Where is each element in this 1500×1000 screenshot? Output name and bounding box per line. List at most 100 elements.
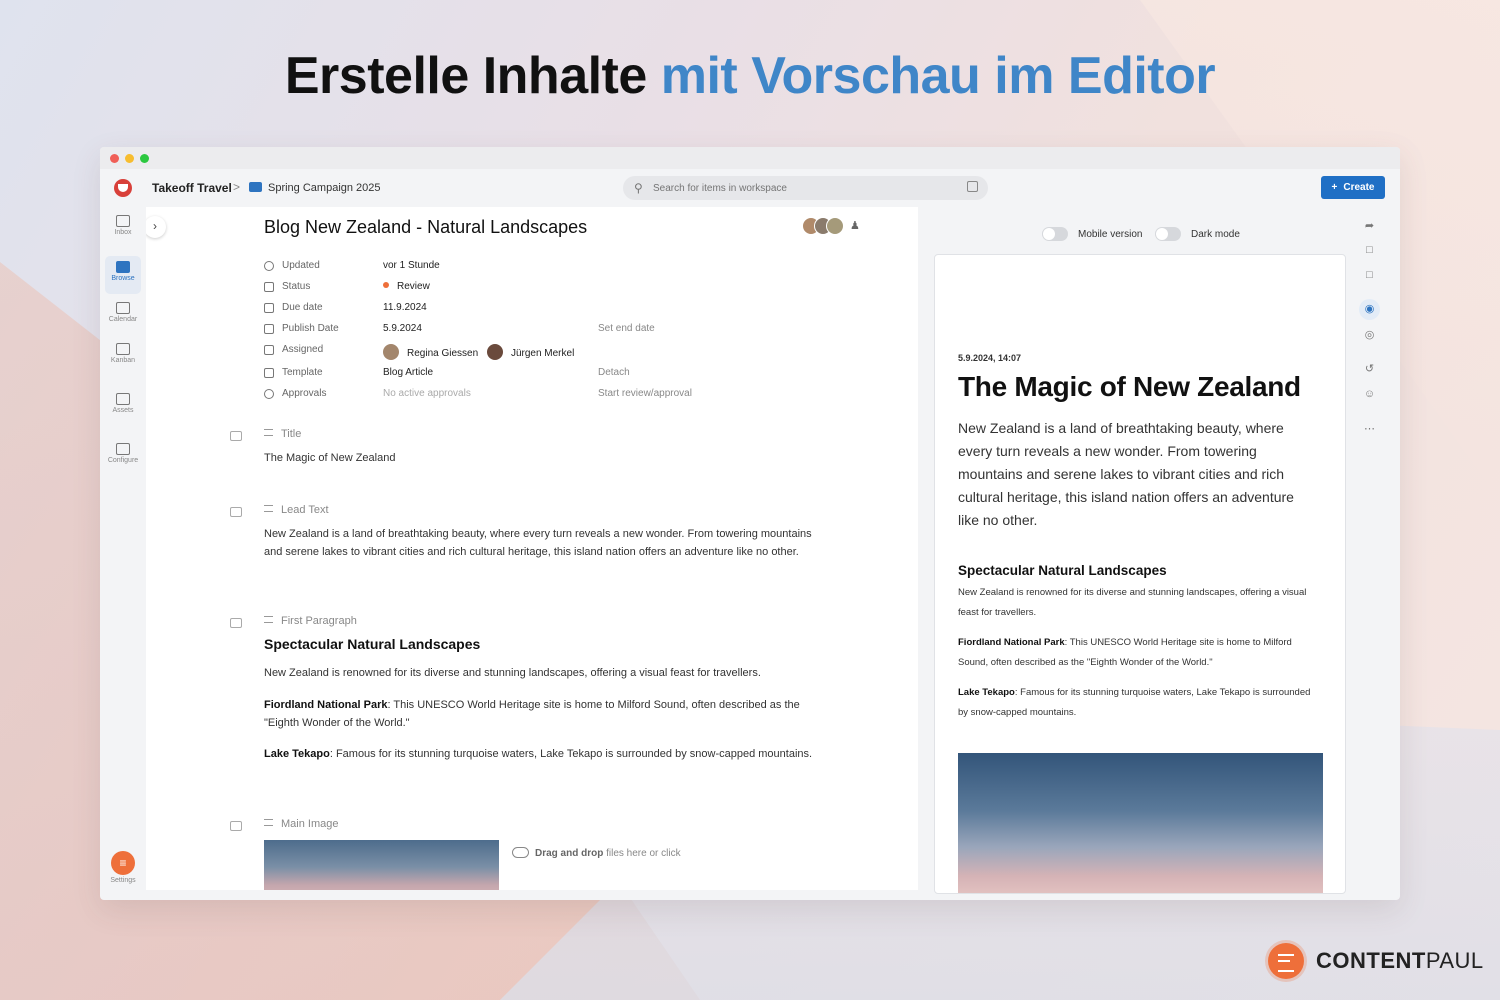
calendar-icon bbox=[264, 303, 274, 313]
template-value[interactable]: Blog Article bbox=[383, 367, 433, 378]
top-bar: Takeoff Travel > Spring Campaign 2025 ⚲ … bbox=[100, 169, 1400, 207]
preview-pane: Mobile version Dark mode 5.9.2024, 14:07… bbox=[918, 207, 1385, 894]
editor-pane: › Blog New Zealand - Natural Landscapes … bbox=[146, 207, 918, 890]
app-logo-icon[interactable] bbox=[114, 179, 132, 197]
dark-mode-toggle-row[interactable]: Dark mode bbox=[1155, 227, 1240, 241]
comment-icon[interactable] bbox=[230, 431, 242, 441]
document-title: Blog New Zealand - Natural Landscapes bbox=[264, 217, 588, 237]
chevron-right-icon: › bbox=[153, 219, 157, 233]
meta-label: Updated bbox=[282, 260, 320, 271]
cloud-upload-icon bbox=[512, 847, 529, 858]
status-dot bbox=[383, 282, 389, 288]
image-dropzone[interactable]: Drag and drop files here or click bbox=[512, 847, 681, 859]
preview-eye-icon[interactable]: ◉ bbox=[1359, 299, 1380, 320]
headline-part2: mit Vorschau im Editor bbox=[660, 47, 1216, 105]
collaborator-avatars[interactable] bbox=[802, 217, 846, 235]
sidebar-item-configure[interactable]: Configure bbox=[105, 438, 141, 476]
sidebar-item-label: Inbox bbox=[114, 229, 132, 236]
search-bar[interactable]: ⚲ bbox=[623, 176, 988, 200]
user-circle-icon[interactable]: ☺ bbox=[1363, 388, 1376, 401]
due-date-value[interactable]: 11.9.2024 bbox=[383, 302, 427, 313]
text-field-icon bbox=[264, 616, 273, 623]
headline: Erstelle Inhalte mit Vorschau im Editor bbox=[0, 46, 1500, 106]
maximize-window-button[interactable] bbox=[140, 153, 149, 163]
paragraph-item[interactable]: Lake Tekapo: Famous for its stunning tur… bbox=[264, 746, 824, 764]
history-icon[interactable]: ↺ bbox=[1363, 363, 1376, 376]
paragraph-intro[interactable]: New Zealand is renowned for its diverse … bbox=[264, 665, 824, 683]
globe-icon[interactable]: ◎ bbox=[1363, 329, 1376, 342]
app-window: Takeoff Travel > Spring Campaign 2025 ⚲ … bbox=[100, 147, 1400, 900]
calendar-icon bbox=[116, 302, 130, 314]
meta-label: Assigned bbox=[282, 344, 324, 355]
mobile-version-toggle-row[interactable]: Mobile version bbox=[1042, 227, 1142, 241]
share-icon[interactable]: ➦ bbox=[1363, 220, 1376, 233]
dark-mode-label: Dark mode bbox=[1191, 228, 1240, 240]
bookmark-icon[interactable]: □ bbox=[1363, 269, 1376, 282]
paragraph-item[interactable]: Fiordland National Park: This UNESCO Wor… bbox=[264, 697, 824, 732]
meta-label: Publish Date bbox=[282, 323, 339, 334]
breadcrumb-workspace[interactable]: Takeoff Travel bbox=[152, 181, 232, 195]
text-field-icon bbox=[264, 429, 273, 436]
comment-icon[interactable] bbox=[230, 507, 242, 517]
preview-paragraph: Fiordland National Park: This UNESCO Wor… bbox=[958, 637, 1292, 668]
preview-title: The Magic of New Zealand bbox=[958, 371, 1301, 402]
search-input[interactable] bbox=[653, 180, 953, 196]
brand-name: CONTENTPAUL bbox=[1316, 948, 1484, 973]
sidebar: Inbox Browse Calendar Kanban Assets Conf… bbox=[100, 207, 146, 900]
expand-panel-button[interactable]: › bbox=[146, 216, 166, 238]
settings-label: Settings bbox=[110, 877, 136, 884]
more-options-icon[interactable]: ⋯ bbox=[1363, 423, 1376, 436]
title-field[interactable]: The Magic of New Zealand bbox=[264, 450, 824, 468]
preview-image bbox=[958, 753, 1323, 893]
settings-avatar[interactable]: ≡ bbox=[111, 851, 135, 875]
status-icon bbox=[264, 282, 274, 292]
minimize-window-button[interactable] bbox=[125, 153, 134, 163]
paragraph-heading[interactable]: Spectacular Natural Landscapes bbox=[264, 636, 480, 652]
add-person-icon[interactable]: ♟ bbox=[850, 219, 860, 232]
sidebar-item-assets[interactable]: Assets bbox=[105, 388, 141, 426]
mobile-version-label: Mobile version bbox=[1078, 228, 1143, 240]
assignees[interactable]: Regina Giessen Jürgen Merkel bbox=[383, 344, 574, 360]
start-review-link[interactable]: Start review/approval bbox=[598, 388, 692, 399]
comment-icon[interactable] bbox=[230, 618, 242, 628]
sidebar-item-label: Assets bbox=[112, 407, 134, 414]
folder-icon bbox=[116, 261, 130, 273]
kanban-icon bbox=[116, 343, 130, 355]
sidebar-item-browse[interactable]: Browse bbox=[105, 256, 141, 294]
mobile-version-toggle[interactable] bbox=[1042, 227, 1068, 241]
close-window-button[interactable] bbox=[110, 153, 119, 163]
approvals-value: No active approvals bbox=[383, 388, 471, 399]
detach-link[interactable]: Detach bbox=[598, 367, 630, 378]
dark-mode-toggle[interactable] bbox=[1155, 227, 1181, 241]
comments-icon[interactable]: □ bbox=[1363, 244, 1376, 257]
status-value: Review bbox=[397, 281, 430, 292]
sidebar-item-kanban[interactable]: Kanban bbox=[105, 338, 141, 376]
assignee-name: Regina Giessen bbox=[407, 348, 479, 359]
sidebar-item-label: Kanban bbox=[110, 357, 136, 364]
assets-icon bbox=[116, 393, 130, 405]
sidebar-item-calendar[interactable]: Calendar bbox=[105, 297, 141, 335]
assign-icon bbox=[264, 345, 274, 355]
main-image-thumbnail[interactable] bbox=[264, 840, 499, 890]
publish-date-value[interactable]: 5.9.2024 bbox=[383, 323, 422, 334]
preview-heading: Spectacular Natural Landscapes bbox=[958, 563, 1167, 578]
breadcrumb-campaign[interactable]: Spring Campaign 2025 bbox=[268, 182, 381, 194]
lead-text-field[interactable]: New Zealand is a land of breathtaking be… bbox=[264, 526, 824, 561]
create-button[interactable]: + Create bbox=[1321, 176, 1385, 199]
refresh-icon bbox=[264, 261, 274, 271]
sidebar-item-label: Calendar bbox=[108, 316, 138, 323]
comment-icon[interactable] bbox=[230, 821, 242, 831]
meta-value: vor 1 Stunde bbox=[383, 260, 440, 271]
contentpaul-logo-icon bbox=[1268, 943, 1304, 979]
open-external-icon[interactable] bbox=[967, 181, 978, 192]
approvals-icon bbox=[264, 389, 274, 399]
sidebar-item-inbox[interactable]: Inbox bbox=[105, 210, 141, 248]
calendar-icon bbox=[264, 324, 274, 334]
set-end-date-link[interactable]: Set end date bbox=[598, 323, 655, 334]
status-badge[interactable]: Review bbox=[383, 281, 430, 292]
avatar bbox=[486, 344, 503, 360]
avatar bbox=[383, 344, 399, 360]
search-icon: ⚲ bbox=[634, 181, 643, 195]
window-titlebar bbox=[100, 147, 1400, 169]
preview-paragraph: Lake Tekapo: Famous for its stunning tur… bbox=[958, 687, 1311, 718]
